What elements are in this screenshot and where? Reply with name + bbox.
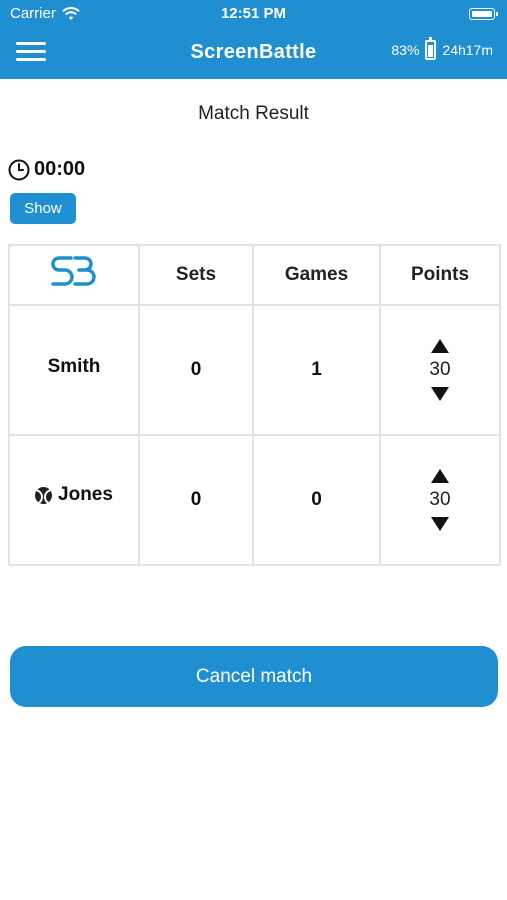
decrease-points-icon[interactable] — [431, 387, 449, 401]
page-title: Match Result — [198, 103, 309, 124]
header-sets: Sets — [138, 244, 254, 306]
navbar: ScreenBattle 83% 24h17m — [0, 28, 507, 79]
points-cell: 30 — [379, 304, 501, 436]
logo-cell — [8, 244, 140, 306]
header-games: Games — [252, 244, 381, 306]
player-name: Smith — [47, 356, 101, 377]
app-header: Carrier 12:51 PM ScreenBattle 83% 24h17m — [0, 0, 507, 79]
status-bar: Carrier 12:51 PM — [0, 0, 507, 28]
session-duration: 24h17m — [442, 42, 493, 58]
increase-points-icon[interactable] — [431, 469, 449, 483]
battery-icon — [469, 8, 498, 20]
player-row-jones: Jones 0 0 30 — [8, 434, 501, 566]
header-points: Points — [379, 244, 501, 306]
player-row-smith: Smith 0 1 30 — [8, 304, 501, 436]
player-cell: Smith — [8, 304, 140, 436]
table-header-row: Sets Games Points — [8, 244, 501, 306]
games-cell: 0 — [252, 434, 381, 566]
points-cell: 30 — [379, 434, 501, 566]
points-value: 30 — [429, 489, 451, 510]
player-name-wrapper: Jones — [35, 484, 113, 506]
increase-points-icon[interactable] — [431, 339, 449, 353]
player-name: Jones — [58, 484, 113, 506]
show-button[interactable]: Show — [10, 193, 76, 224]
cancel-match-button[interactable]: Cancel match — [10, 646, 498, 707]
decrease-points-icon[interactable] — [431, 517, 449, 531]
device-status: 83% 24h17m — [391, 37, 493, 60]
match-timer: 00:00 — [8, 158, 85, 181]
status-time: 12:51 PM — [220, 5, 287, 22]
device-battery-icon — [425, 37, 437, 60]
games-cell: 1 — [252, 304, 381, 436]
points-value: 30 — [429, 359, 451, 380]
player-cell: Jones — [8, 434, 140, 566]
screenbattle-logo — [51, 256, 96, 286]
battery-percent: 83% — [391, 42, 420, 58]
clock-icon — [8, 159, 30, 180]
tennis-ball-icon — [35, 486, 53, 504]
sets-cell: 0 — [138, 434, 254, 566]
timer-value: 00:00 — [34, 158, 86, 180]
score-table: Sets Games Points Smith 0 1 30 Jones 0 0 — [8, 244, 501, 566]
sets-cell: 0 — [138, 304, 254, 436]
